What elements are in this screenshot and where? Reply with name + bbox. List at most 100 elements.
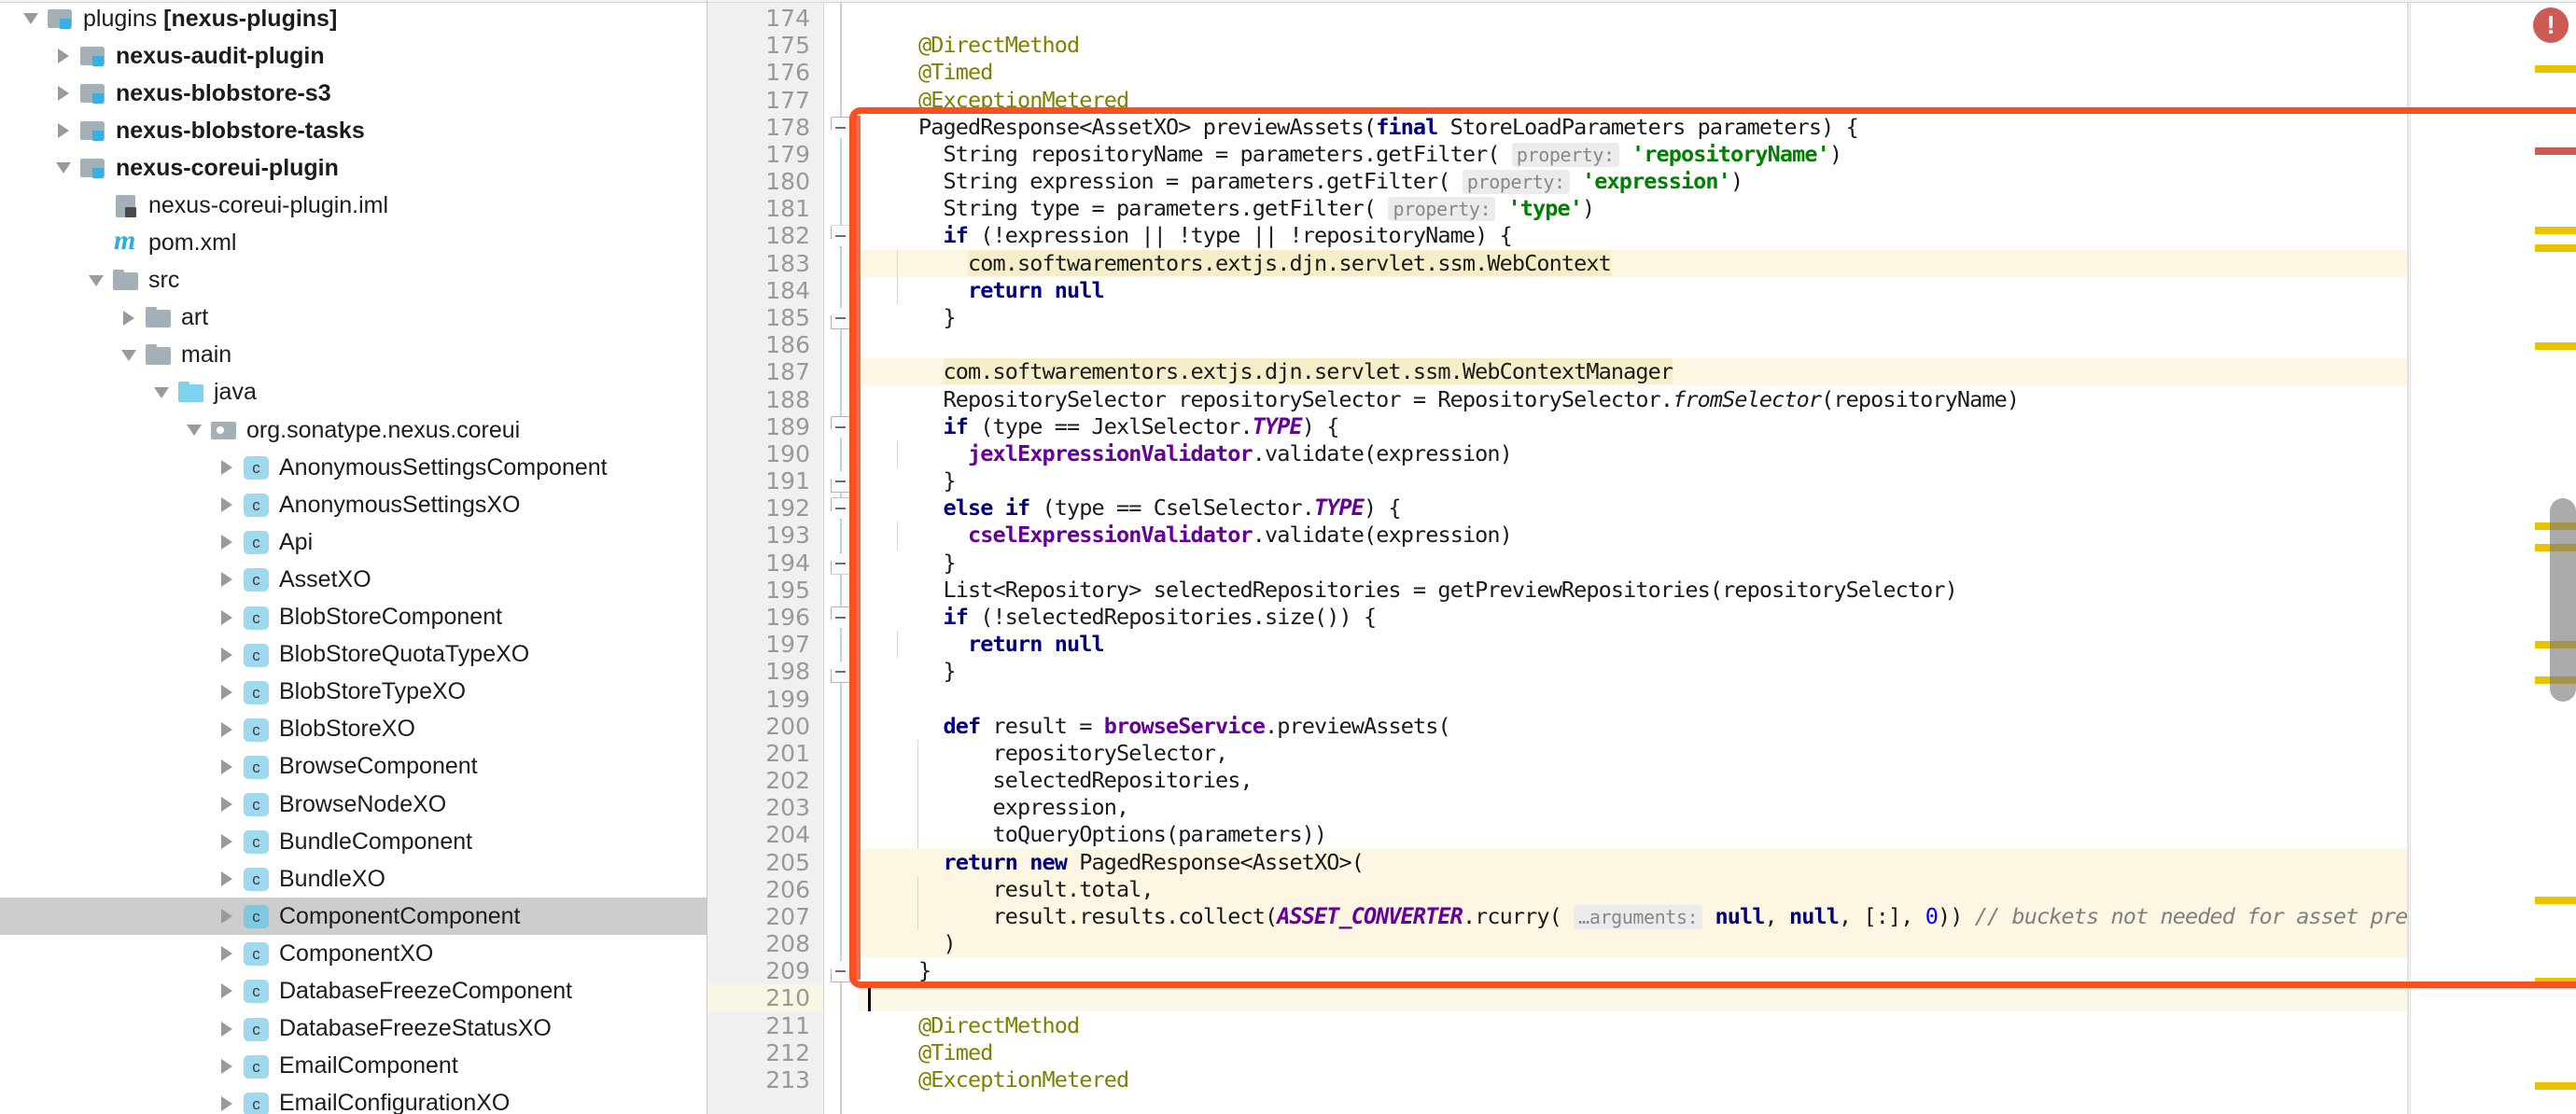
- chevron-right-icon[interactable]: [211, 834, 243, 850]
- fold-toggle-icon[interactable]: [831, 415, 850, 439]
- chevron-right-icon[interactable]: [211, 721, 243, 737]
- code-line[interactable]: @Timed: [858, 1039, 993, 1066]
- chevron-right-icon[interactable]: [211, 1058, 243, 1074]
- chevron-down-icon[interactable]: [146, 386, 177, 398]
- fold-toggle-icon[interactable]: [831, 960, 850, 983]
- code-line[interactable]: @ExceptionMetered: [858, 87, 1129, 114]
- chevron-right-icon[interactable]: [211, 797, 243, 813]
- tree-item[interactable]: BlobStoreTypeXO: [0, 674, 707, 711]
- code-line[interactable]: com.softwarementors.extjs.djn.servlet.ss…: [858, 358, 1673, 385]
- chevron-right-icon[interactable]: [211, 1095, 243, 1111]
- chevron-right-icon[interactable]: [211, 647, 243, 662]
- tree-item[interactable]: EmailComponent: [0, 1048, 707, 1085]
- tree-item[interactable]: BundleXO: [0, 860, 707, 898]
- chevron-right-icon[interactable]: [48, 49, 79, 64]
- code-line[interactable]: return new PagedResponse<AssetXO>(: [858, 849, 1365, 876]
- line-number-gutter[interactable]: 174 175 176 177 178 179 180 181 182 183 184 185 186 1…: [707, 0, 824, 1114]
- code-line[interactable]: toQueryOptions(parameters)): [858, 821, 1327, 848]
- tree-item[interactable]: src: [0, 262, 707, 299]
- code-line[interactable]: if (!expression || !type || !repositoryN…: [858, 222, 1513, 249]
- tree-item[interactable]: DatabaseFreezeStatusXO: [0, 1010, 707, 1048]
- tree-item[interactable]: nexus-audit-plugin: [0, 37, 707, 75]
- code-line[interactable]: if (!selectedRepositories.size()) {: [858, 604, 1378, 631]
- tree-item[interactable]: main: [0, 337, 707, 374]
- fold-toggle-icon[interactable]: [831, 551, 850, 575]
- fold-toggle-icon[interactable]: [831, 116, 850, 139]
- code-line[interactable]: @ExceptionMetered: [858, 1066, 1129, 1093]
- code-line[interactable]: @DirectMethod: [858, 1012, 1080, 1039]
- warning-stripe[interactable]: [2535, 342, 2576, 350]
- tree-item[interactable]: DatabaseFreezeComponent: [0, 972, 707, 1010]
- fold-toggle-icon[interactable]: [831, 225, 850, 248]
- marker-gutter[interactable]: !: [2408, 0, 2576, 1114]
- project-tool-window[interactable]: plugins [nexus-plugins] nexus-audit-plugi…: [0, 0, 707, 1114]
- code-line[interactable]: String repositoryName = parameters.getFi…: [858, 141, 1842, 168]
- warning-stripe[interactable]: [2535, 897, 2576, 904]
- tree-item[interactable]: Api: [0, 523, 707, 561]
- warning-stripe[interactable]: [2535, 65, 2576, 73]
- chevron-right-icon[interactable]: [48, 86, 79, 102]
- code-line[interactable]: jexlExpressionValidator.validate(express…: [858, 440, 1513, 467]
- chevron-right-icon[interactable]: [211, 759, 243, 774]
- code-text-surface[interactable]: @DirectMethod @Timed @ExceptionMetered P…: [858, 0, 2408, 1114]
- chevron-right-icon[interactable]: [211, 909, 243, 925]
- tree-item[interactable]: plugins [nexus-plugins]: [0, 0, 707, 37]
- code-line[interactable]: if (type == JexlSelector.TYPE) {: [858, 413, 1340, 440]
- chevron-right-icon[interactable]: [211, 946, 243, 962]
- code-line[interactable]: repositorySelector,: [858, 740, 1228, 767]
- tree-item[interactable]: BlobStoreXO: [0, 711, 707, 748]
- code-line[interactable]: com.softwarementors.extjs.djn.servlet.ss…: [858, 249, 1612, 277]
- error-indicator-icon[interactable]: !: [2533, 7, 2569, 43]
- warning-stripe[interactable]: [2535, 244, 2576, 252]
- tree-item[interactable]: BundleComponent: [0, 823, 707, 860]
- chevron-right-icon[interactable]: [211, 609, 243, 625]
- tree-item[interactable]: BrowseNodeXO: [0, 786, 707, 823]
- code-line[interactable]: ): [858, 930, 956, 957]
- fold-toggle-icon[interactable]: [831, 661, 850, 684]
- code-line[interactable]: }: [858, 304, 956, 331]
- fold-toggle-icon[interactable]: [831, 497, 850, 521]
- code-line[interactable]: }: [858, 550, 956, 577]
- fold-toggle-icon[interactable]: [831, 306, 850, 329]
- code-line[interactable]: String expression = parameters.getFilter…: [858, 168, 1743, 195]
- chevron-right-icon[interactable]: [211, 460, 243, 476]
- vertical-scrollbar-thumb[interactable]: [2550, 498, 2576, 702]
- warning-stripe[interactable]: [2535, 227, 2576, 234]
- tree-item[interactable]: AssetXO: [0, 561, 707, 598]
- tree-item[interactable]: BlobStoreComponent: [0, 599, 707, 636]
- code-line[interactable]: return null: [858, 277, 1105, 304]
- tree-item[interactable]: ComponentComponent: [0, 898, 707, 936]
- code-line[interactable]: selectedRepositories,: [858, 767, 1253, 794]
- chevron-right-icon[interactable]: [211, 871, 243, 887]
- code-line[interactable]: }: [858, 658, 956, 685]
- tree-item[interactable]: pom.xml: [0, 225, 707, 262]
- code-line[interactable]: PagedResponse<AssetXO> previewAssets(fin…: [858, 114, 1859, 141]
- project-tree[interactable]: plugins [nexus-plugins] nexus-audit-plugi…: [0, 0, 707, 1114]
- tree-item[interactable]: AnonymousSettingsComponent: [0, 449, 707, 486]
- code-line[interactable]: }: [858, 467, 956, 494]
- warning-stripe[interactable]: [2535, 978, 2576, 985]
- editor-pane[interactable]: 174 175 176 177 178 179 180 181 182 183 184 185 186 1…: [707, 0, 2576, 1114]
- tree-item[interactable]: BrowseComponent: [0, 748, 707, 786]
- code-line[interactable]: @DirectMethod: [858, 32, 1080, 59]
- chevron-right-icon[interactable]: [211, 684, 243, 700]
- chevron-right-icon[interactable]: [48, 123, 79, 139]
- tree-item[interactable]: AnonymousSettingsXO: [0, 486, 707, 523]
- chevron-down-icon[interactable]: [15, 13, 47, 25]
- chevron-down-icon[interactable]: [178, 425, 210, 437]
- chevron-down-icon[interactable]: [113, 349, 145, 361]
- tree-item[interactable]: nexus-coreui-plugin: [0, 149, 707, 187]
- error-stripe[interactable]: [2535, 147, 2576, 155]
- code-line[interactable]: else if (type == CselSelector.TYPE) {: [858, 494, 1402, 522]
- tree-item[interactable]: nexus-coreui-plugin.iml: [0, 187, 707, 224]
- tree-item[interactable]: ComponentXO: [0, 935, 707, 972]
- tree-item[interactable]: nexus-blobstore-tasks: [0, 112, 707, 149]
- chevron-right-icon[interactable]: [211, 1021, 243, 1037]
- code-line[interactable]: expression,: [858, 794, 1129, 821]
- code-line[interactable]: }: [858, 957, 931, 984]
- chevron-down-icon[interactable]: [48, 162, 79, 174]
- code-folding-strip[interactable]: [824, 0, 858, 1114]
- tree-item[interactable]: EmailConfigurationXO: [0, 1085, 707, 1114]
- chevron-right-icon[interactable]: [211, 572, 243, 588]
- chevron-right-icon[interactable]: [211, 497, 243, 513]
